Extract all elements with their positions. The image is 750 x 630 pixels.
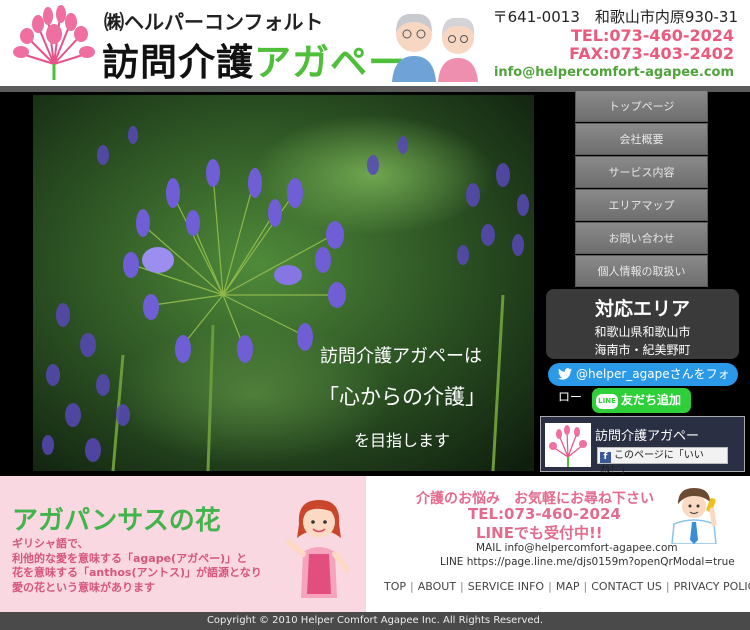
contact-line-url[interactable]: LINE https://page.line.me/djs0159m?openQ… [440, 556, 735, 568]
facebook-page-name[interactable]: 訪問介護アガペー [595, 425, 699, 444]
service-area-line2: 海南市・紀美野町 [594, 343, 691, 357]
header-tel[interactable]: TEL:073-460-2024 [571, 26, 734, 45]
facebook-page-thumbnail[interactable] [545, 423, 591, 467]
contact-line-ok: LINEでも受付中!! [476, 524, 603, 542]
agapanthus-logo-icon[interactable] [8, 4, 100, 82]
twitter-bird-icon [558, 368, 572, 380]
agapanthus-desc-line: 花を意味する「anthos(アントス)」が語源となり [12, 566, 262, 579]
site-header: ㈱ヘルパーコンフォルト 訪問介護アガペー 〒641-0013 和歌山市内原930… [0, 0, 750, 86]
agapanthus-desc-line: 利他的な愛を意味する「agape(アガペー)」と [12, 551, 248, 565]
hero-image [33, 95, 534, 471]
nav-item-privacy[interactable]: 個人情報の取扱い [575, 255, 708, 287]
nav-item-company[interactable]: 会社概要 [575, 123, 708, 155]
nav-item-top[interactable]: トップページ [575, 90, 708, 122]
footer-link-privacy-policy[interactable]: PRIVACY POLICY [674, 580, 750, 593]
footer-nav: TOP | ABOUT | SERVICE INFO | MAP | CONTACT US | PR… [384, 580, 750, 593]
nav-item-area-map[interactable]: エリアマップ [575, 189, 708, 221]
line-add-friend-button[interactable]: LINE 友だち追加 [592, 388, 691, 413]
footer-separator: | [665, 580, 670, 593]
footer-link-contact-us[interactable]: CONTACT US [591, 580, 662, 593]
staff-phone-illustration [671, 488, 717, 544]
footer-link-about[interactable]: ABOUT [418, 580, 456, 593]
address-text: 〒641-0013 和歌山市内原930-31 [492, 8, 738, 26]
facebook-widget: 訪問介護アガペー f このページに「いいね！」 [540, 416, 745, 476]
line-logo-icon: LINE [596, 394, 618, 409]
facebook-like-button[interactable]: f このページに「いいね！」 [597, 447, 728, 476]
agapanthus-title: アガパンサスの花 [12, 506, 221, 536]
footer-link-service-info[interactable]: SERVICE INFO [468, 580, 544, 593]
hero-text-line3: を目指します [354, 431, 451, 450]
service-area-box: 対応エリア 和歌山県和歌山市 海南市・紀美野町 [546, 289, 739, 359]
agapanthus-desc-line: ギリシャ語で、 [12, 537, 89, 550]
service-area-line1: 和歌山県和歌山市 [594, 325, 691, 339]
company-name-small: ㈱ヘルパーコンフォルト [104, 10, 324, 34]
company-name-main: 訪問介護アガペー [102, 32, 406, 86]
line-add-friend-label: 友だち追加 [621, 393, 682, 407]
copyright-bar: Copyright © 2010 Helper Comfort Agapee I… [0, 612, 750, 630]
company-main-text: 訪問介護 [102, 41, 254, 84]
nav-item-contact[interactable]: お問い合わせ [575, 222, 708, 254]
agapanthus-desc-line: 愛の花という意味があります [12, 580, 155, 594]
caregiver-girl-illustration [286, 500, 350, 598]
footer-separator: | [460, 580, 464, 593]
agapanthus-photo [33, 95, 534, 471]
twitter-follow-button[interactable]: @helper_agapeさんをフォロー [548, 363, 738, 404]
header-email[interactable]: info@helpercomfort-agapee.com [494, 65, 734, 80]
footer-separator: | [583, 580, 588, 593]
footer-separator: | [548, 580, 552, 593]
footer-link-top[interactable]: TOP [384, 580, 406, 593]
nav-item-services[interactable]: サービス内容 [575, 156, 708, 188]
service-area-title: 対応エリア [594, 298, 690, 320]
facebook-icon: f [600, 452, 611, 463]
hero-text-line2: 「心からの介護」 [318, 385, 486, 409]
agapanthus-description: ギリシャ語で、 利他的な愛を意味する「agape(アガペー)」と 花を意味する「… [12, 537, 262, 595]
elderly-couple-illustration [392, 13, 478, 82]
footer-link-map[interactable]: MAP [556, 580, 580, 593]
main-nav: トップページ 会社概要 サービス内容 エリアマップ お問い合わせ 個人情報の取扱… [575, 90, 708, 288]
contact-mail[interactable]: MAIL info@helpercomfort-agapee.com [476, 542, 678, 554]
footer-separator: | [410, 580, 414, 593]
header-fax: FAX:073-403-2402 [569, 44, 734, 63]
contact-tel[interactable]: TEL:073-460-2024 [468, 505, 621, 523]
hero-text-line1: 訪問介護アガペーは [320, 346, 482, 367]
